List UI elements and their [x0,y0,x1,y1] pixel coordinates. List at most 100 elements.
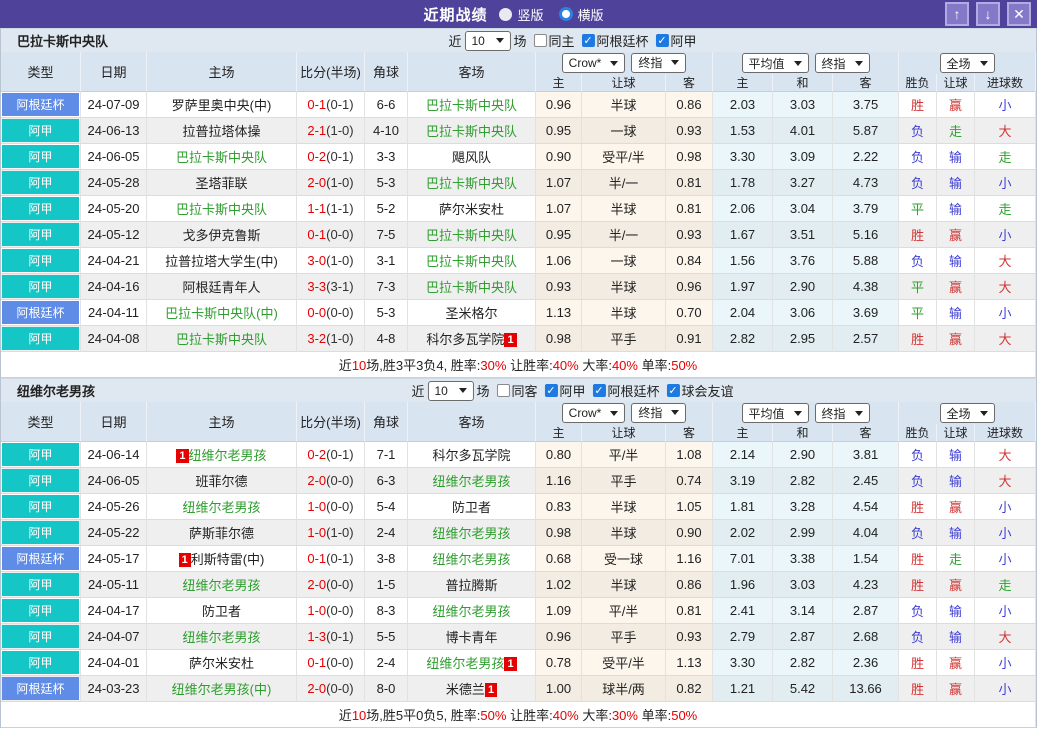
match-date: 24-04-11 [81,300,147,326]
half-score: (1-0) [326,175,354,190]
odds-away: 0.81 [666,170,714,196]
radio-horizontal-label[interactable]: 横版 [578,5,604,24]
chevron-down-icon [495,38,504,43]
check-icon: ✓ [657,35,667,47]
radio-vertical-layout[interactable] [499,7,513,21]
avg-source-select[interactable]: 终指 [814,53,870,73]
filter-matches-label: 场 [513,34,527,49]
avg-draw: 4.01 [773,118,834,144]
sub-column-header: 进球数 [975,74,1037,92]
sub-column-header: 和 [773,424,834,442]
result-text: 负 [911,630,925,645]
odds-home: 1.16 [536,468,582,494]
score-cell: 1-1(1-1) [297,196,365,222]
move-up-button[interactable]: ↑ [945,2,969,26]
competition-badge: 阿甲 [2,197,79,220]
result-goals: 大 [975,326,1037,352]
checkbox-league[interactable]: ✓ [655,34,669,47]
result-handicap: 赢 [937,494,976,520]
checkbox-league-label[interactable]: 阿甲 [560,381,586,400]
window-title: 近期战绩 [423,6,488,24]
avg-source-select[interactable]: 平均值 [741,53,809,73]
score-cell: 2-0(0-0) [297,468,365,494]
checkbox-league-label[interactable]: 阿甲 [671,31,697,50]
corner-cell: 5-3 [365,300,408,326]
checkbox-league[interactable]: ✓ [544,384,558,397]
home-team: 巴拉卡斯中央队(中) [165,306,278,321]
half-score: (0-0) [326,227,354,242]
away-team-cell: 萨尔米安杜 [408,196,536,222]
avg-draw: 2.82 [773,468,834,494]
scope-select[interactable]: 全场 [939,403,995,423]
scope-select[interactable]: 全场 [939,53,995,73]
recent-count-select[interactable]: 10 [427,380,474,401]
home-team: 防卫者 [201,604,241,619]
corner-cell: 3-8 [365,546,408,572]
summary-segment: 场,胜5平0负5, 胜率: [366,708,481,723]
result-text: 赢 [949,98,963,113]
half-score: (1-0) [326,525,354,540]
radio-horizontal-layout[interactable] [558,7,573,21]
match-date: 24-05-28 [81,170,147,196]
checkbox-league[interactable]: ✓ [592,384,606,397]
result-text: 负 [911,448,925,463]
competition-cell: 阿甲 [1,572,81,598]
checkbox-same-venue[interactable] [496,384,510,397]
move-down-button[interactable]: ↓ [976,2,1000,26]
competition-badge: 阿甲 [2,223,79,246]
avg-home: 1.56 [713,248,774,274]
result-handicap: 赢 [937,274,976,300]
summary-segment: 单率: [637,708,672,723]
radio-vertical-label[interactable]: 竖版 [517,5,543,24]
odds-source-select[interactable]: 终指 [631,52,687,73]
checkbox-league-label[interactable]: 阿根廷杯 [597,31,649,50]
checkbox-same-venue-label[interactable]: 同主 [548,31,574,50]
odds-away: 1.05 [666,494,714,520]
competition-cell: 阿甲 [1,624,81,650]
avg-source-select[interactable]: 终指 [814,403,870,423]
checkbox-same-venue[interactable] [533,34,547,47]
checkbox-league-label[interactable]: 球会友谊 [682,381,734,400]
result-winlose: 负 [899,118,938,144]
avg-home: 1.81 [713,494,774,520]
checkbox-league[interactable]: ✓ [581,34,595,47]
avg-home: 1.78 [713,170,774,196]
avg-away: 5.16 [833,222,900,248]
match-row: 阿甲 24-05-12 戈多伊克鲁斯 0-1(0-0) 7-5 巴拉卡斯中央队 0.95 半/… [1,222,1037,248]
score-cell: 1-0(0-0) [297,598,365,624]
away-team: 巴拉卡斯中央队 [425,124,517,139]
close-button[interactable]: ✕ [1007,2,1031,26]
result-text: 大 [998,332,1012,347]
home-team: 纽维尔老男孩 [182,578,261,593]
result-text: 输 [949,254,963,269]
avg-home: 2.03 [713,92,774,118]
sections-container: 巴拉卡斯中央队近 10 场同主 ✓ 阿根廷杯 ✓ 阿甲 类型 日期 主场 比分(半场) 角球 客场 Cro… [0,28,1037,728]
odds-source-select[interactable]: Crow* [561,53,626,74]
avg-away: 13.66 [833,676,900,702]
home-team: 拉普拉塔体操 [182,124,261,139]
checkbox-same-venue-label[interactable]: 同客 [511,381,537,400]
odds-source-select[interactable]: 终指 [631,402,687,423]
result-text: 输 [949,176,963,191]
match-row: 阿根廷杯 24-05-17 1 利斯特雷(中) 0-1(0-1) 3-8 纽维尔老男孩 0.6… [1,546,1037,572]
away-team-cell: 巴拉卡斯中央队 [408,248,536,274]
home-team: 巴拉卡斯中央队 [175,202,267,217]
odds-away: 0.81 [666,598,714,624]
avg-source-select[interactable]: 平均值 [741,403,809,423]
avg-away: 2.57 [833,326,900,352]
checkbox-league-label[interactable]: 阿根廷杯 [608,381,660,400]
home-team-cell: 戈多伊克鲁斯 [147,222,297,248]
result-text: 大 [998,448,1012,463]
score-cell: 0-1(0-1) [297,546,365,572]
result-text: 走 [949,124,963,139]
odds-source-select[interactable]: Crow* [561,403,626,424]
result-text: 胜 [911,98,925,113]
home-team: 阿根廷青年人 [182,280,261,295]
avg-away: 3.79 [833,196,900,222]
checkbox-league[interactable]: ✓ [666,384,680,397]
odds-away: 0.81 [666,196,714,222]
avg-home: 3.30 [713,650,774,676]
result-text: 小 [998,500,1012,515]
avg-away: 5.87 [833,118,900,144]
recent-count-select[interactable]: 10 [464,30,511,51]
